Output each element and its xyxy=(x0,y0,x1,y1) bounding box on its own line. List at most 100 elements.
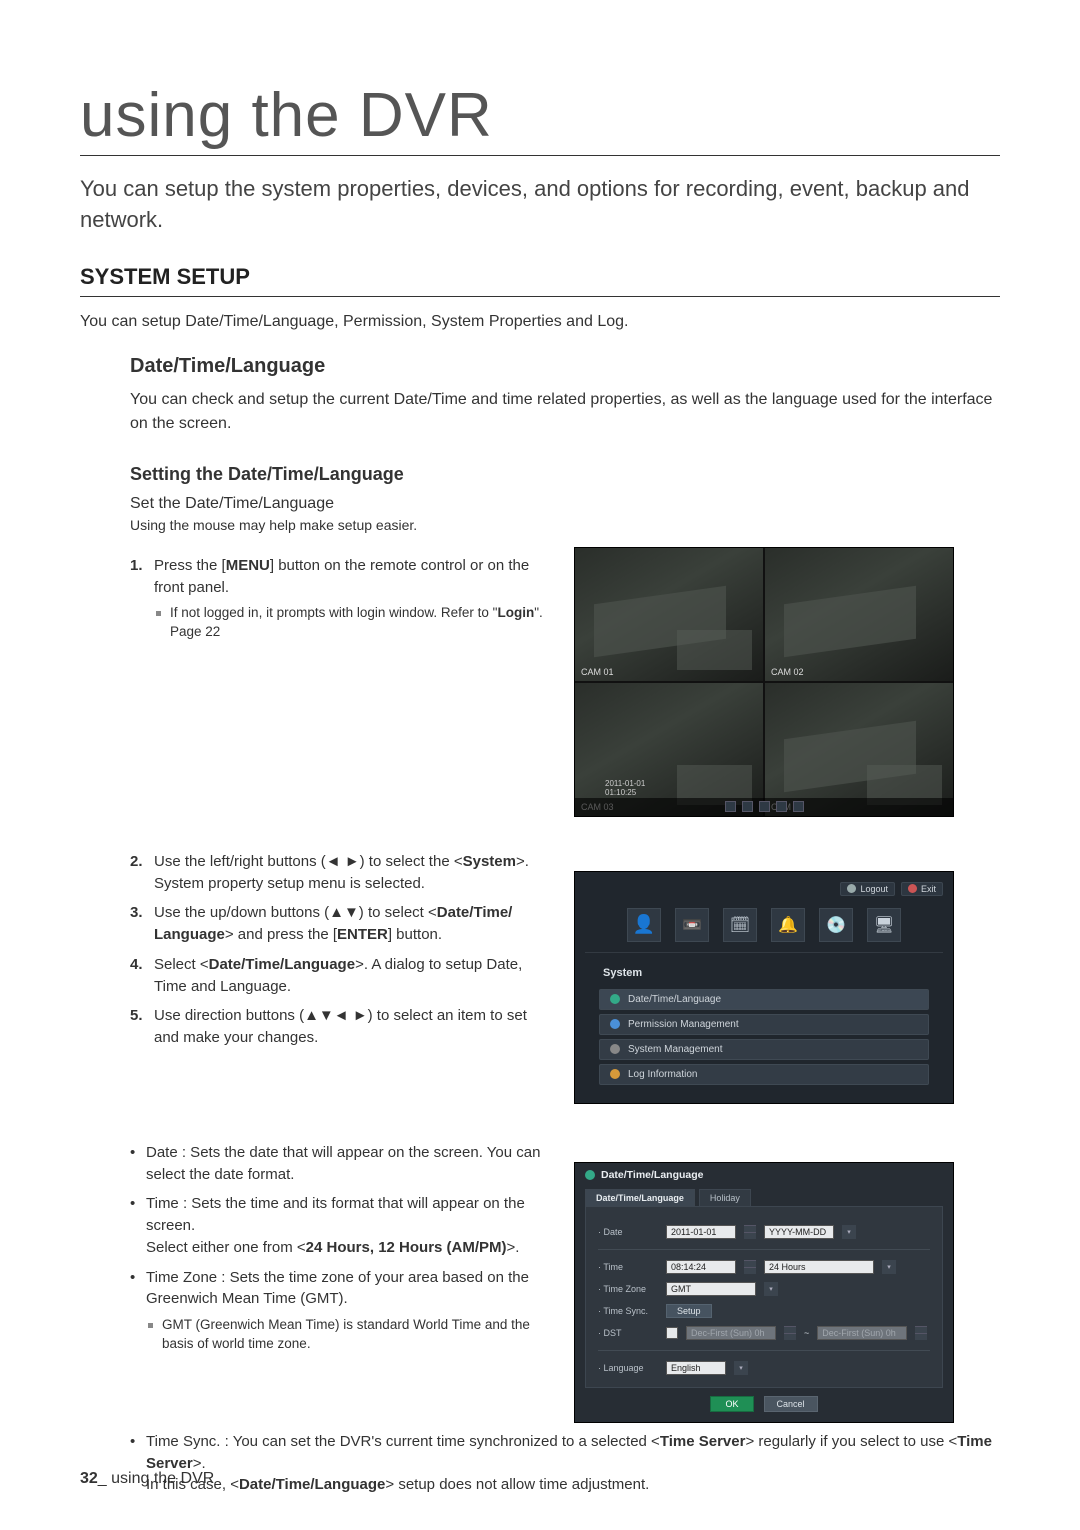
step-4: Select <Date/Time/Language>. A dialog to… xyxy=(154,954,550,998)
text: > and press the [ xyxy=(225,926,337,943)
intro-text: You can setup the system properties, dev… xyxy=(80,174,1000,236)
enter-bold: ENTER xyxy=(337,926,388,943)
system-heading: System xyxy=(603,967,943,979)
bullet-timezone-sub: GMT (Greenwich Mean Time) is standard Wo… xyxy=(146,1316,550,1354)
step-number: 3. xyxy=(130,902,154,946)
spinner-icon[interactable] xyxy=(744,1225,756,1239)
device-icon[interactable]: 📼 xyxy=(675,908,709,942)
text: ] button. xyxy=(388,926,442,943)
top-nav-icons: 👤 📼 🗓 🔔 💿 🖥 xyxy=(585,902,943,953)
text: Select either one from < xyxy=(146,1239,306,1256)
bold: Date/Time/Language xyxy=(239,1476,385,1493)
power-icon xyxy=(908,884,917,893)
label-timezone: · Time Zone xyxy=(598,1284,658,1294)
mouse-note: Using the mouse may help make setup easi… xyxy=(130,517,1000,533)
cam-label: CAM 01 xyxy=(581,667,614,677)
subheading-intro: You can check and setup the current Date… xyxy=(130,388,1000,436)
step-number: 4. xyxy=(130,954,154,998)
exit-button[interactable]: Exit xyxy=(901,882,943,896)
dst-end-field[interactable]: Dec-First (Sun) 0h xyxy=(817,1326,907,1340)
system-icon[interactable]: 👤 xyxy=(627,908,661,942)
step-3: Use the up/down buttons (▲▼) to select <… xyxy=(154,902,550,946)
label-date: · Date xyxy=(598,1227,658,1237)
record-icon[interactable]: 🗓 xyxy=(723,908,757,942)
dst-checkbox[interactable] xyxy=(666,1327,678,1339)
chevron-down-icon[interactable]: ▾ xyxy=(764,1282,778,1296)
time-format-field[interactable]: 24 Hours xyxy=(764,1260,874,1274)
step-5: Use direction buttons (▲▼◄ ►) to select … xyxy=(154,1005,550,1049)
page-title: using the DVR xyxy=(80,80,1000,156)
date-field[interactable]: 2011-01-01 xyxy=(666,1225,736,1239)
menu-bold: MENU xyxy=(226,557,270,574)
cam-tile-4: CAM 04 xyxy=(765,683,953,816)
menu-log-information[interactable]: Log Information xyxy=(599,1064,929,1085)
step-number: 2. xyxy=(130,851,154,895)
footer-sep: _ xyxy=(98,1470,111,1487)
chevron-down-icon[interactable]: ▾ xyxy=(734,1361,748,1375)
step-1-sub: If not logged in, it prompts with login … xyxy=(154,604,550,642)
chevron-down-icon[interactable]: ▾ xyxy=(882,1260,896,1274)
page-footer: 32_ using the DVR xyxy=(80,1470,214,1488)
spinner-icon[interactable] xyxy=(784,1326,796,1340)
ok-button[interactable]: OK xyxy=(710,1396,753,1412)
bold: Time Server xyxy=(660,1433,746,1450)
menu-date-time-language[interactable]: Date/Time/Language xyxy=(599,989,929,1010)
spinner-icon[interactable] xyxy=(744,1260,756,1274)
globe-icon xyxy=(585,1170,595,1180)
menu-permission-management[interactable]: Permission Management xyxy=(599,1014,929,1035)
text: Press the [ xyxy=(154,557,226,574)
bullet-timesync: Time Sync. : You can set the DVR's curre… xyxy=(130,1431,1000,1496)
layout-icon xyxy=(776,801,787,812)
page-number: 32 xyxy=(80,1470,98,1487)
spinner-icon[interactable] xyxy=(915,1326,927,1340)
backup-icon[interactable]: 💿 xyxy=(819,908,853,942)
login-bold: Login xyxy=(497,605,534,620)
setup-button[interactable]: Setup xyxy=(666,1304,712,1318)
layout-icon xyxy=(793,801,804,812)
system-menu-screenshot: Logout Exit 👤 📼 🗓 🔔 💿 🖥 System Date/Time… xyxy=(574,871,954,1104)
label: Log Information xyxy=(628,1069,698,1080)
tab-date-time-language[interactable]: Date/Time/Language xyxy=(585,1189,695,1206)
label-timesync: · Time Sync. xyxy=(598,1306,658,1316)
dtl-bold: Date/Time/Language xyxy=(209,956,355,973)
quad-bottom-bar: 2011-01-0101:10:25 xyxy=(575,798,953,816)
globe-icon xyxy=(610,994,620,1004)
step-number: 5. xyxy=(130,1005,154,1049)
cancel-button[interactable]: Cancel xyxy=(764,1396,818,1412)
text: Use the up/down buttons (▲▼) to select < xyxy=(154,904,437,921)
menu-system-management[interactable]: System Management xyxy=(599,1039,929,1060)
time-field[interactable]: 08:14:24 xyxy=(666,1260,736,1274)
language-field[interactable]: English xyxy=(666,1361,726,1375)
info-icon xyxy=(847,884,856,893)
layout-icon xyxy=(742,801,753,812)
event-icon[interactable]: 🔔 xyxy=(771,908,805,942)
date-format-field[interactable]: YYYY-MM-DD xyxy=(764,1225,834,1239)
chevron-down-icon[interactable]: ▾ xyxy=(842,1225,856,1239)
text: Time : Sets the time and its format that… xyxy=(146,1195,525,1234)
text: Use the left/right buttons (◄ ►) to sele… xyxy=(154,853,463,870)
bold: 24 Hours, 12 Hours (AM/PM) xyxy=(306,1239,507,1256)
user-icon xyxy=(610,1019,620,1029)
text: > regularly if you select to use < xyxy=(745,1433,957,1450)
logout-button[interactable]: Logout xyxy=(840,882,895,896)
dtl-dialog-screenshot: Date/Time/Language Date/Time/Language Ho… xyxy=(574,1162,954,1423)
text: If not logged in, it prompts with login … xyxy=(170,605,497,620)
step-1: Press the [MENU] button on the remote co… xyxy=(154,555,550,642)
label: Date/Time/Language xyxy=(601,1169,704,1181)
subheading-date-time-language: Date/Time/Language xyxy=(130,355,1000,378)
text: > setup does not allow time adjustment. xyxy=(385,1476,649,1493)
tab-holiday[interactable]: Holiday xyxy=(699,1189,751,1206)
timezone-field[interactable]: GMT xyxy=(666,1282,756,1296)
label: Date/Time/Language xyxy=(628,994,721,1005)
label: Logout xyxy=(860,884,888,894)
camera-quad-screenshot: 2011-01-01 01:10:25 CAM 01 CAM 02 CAM 03… xyxy=(574,547,954,817)
text: Time Zone : Sets the time zone of your a… xyxy=(146,1269,529,1308)
layout-icon xyxy=(759,801,770,812)
subsubheading-setting-dtl: Setting the Date/Time/Language xyxy=(130,464,1000,485)
dst-start-field[interactable]: Dec-First (Sun) 0h xyxy=(686,1326,776,1340)
network-icon[interactable]: 🖥 xyxy=(867,908,901,942)
set-dtl-line: Set the Date/Time/Language xyxy=(130,495,1000,513)
step-2: Use the left/right buttons (◄ ►) to sele… xyxy=(154,851,550,895)
system-bold: System xyxy=(463,853,516,870)
bullet-time: Time : Sets the time and its format that… xyxy=(130,1193,550,1258)
